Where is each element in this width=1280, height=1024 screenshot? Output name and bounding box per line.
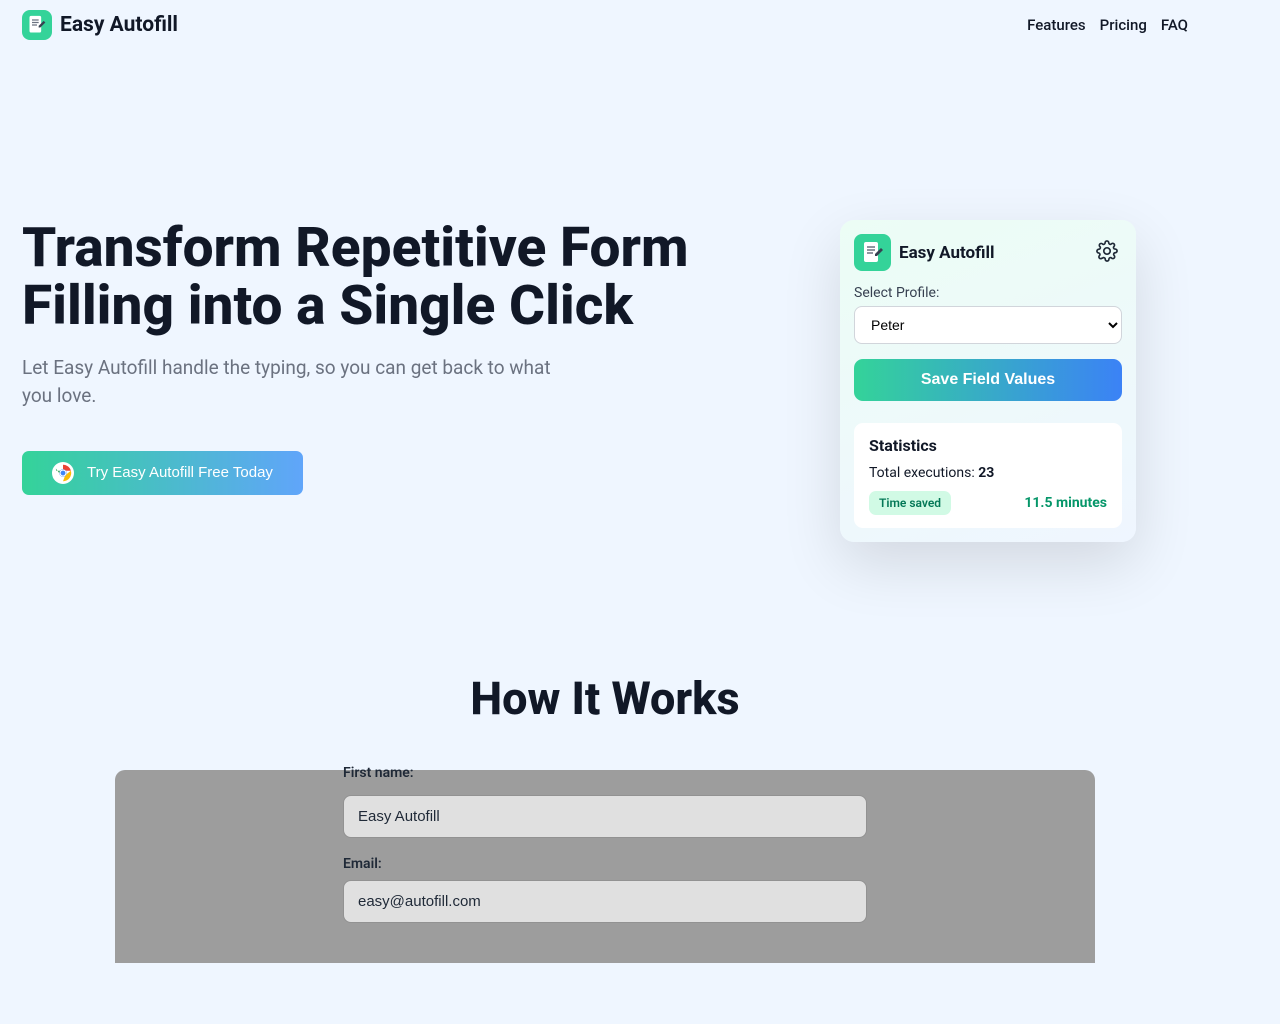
- logo-icon: [22, 10, 52, 40]
- card-head: Easy Autofill: [854, 234, 1122, 271]
- demo-form: First name: Email:: [343, 771, 867, 923]
- profile-select[interactable]: Peter: [854, 306, 1122, 344]
- hiw-title: How It Works: [22, 672, 1188, 725]
- brand-name: Easy Autofill: [60, 13, 178, 37]
- exec-value: 23: [978, 465, 994, 481]
- chrome-icon: [52, 462, 74, 484]
- card-brand: Easy Autofill: [899, 243, 995, 263]
- nav-pricing[interactable]: Pricing: [1100, 16, 1147, 34]
- save-button[interactable]: Save Field Values: [854, 359, 1122, 401]
- exec-label: Total executions:: [869, 465, 978, 481]
- stats-box: Statistics Total executions: 23 Time sav…: [854, 423, 1122, 528]
- select-profile-label: Select Profile:: [854, 285, 1122, 301]
- first-name-label: First name:: [343, 765, 867, 781]
- gear-icon: [1096, 240, 1118, 262]
- time-saved-value: 11.5 minutes: [1024, 495, 1107, 511]
- nav-faq[interactable]: FAQ: [1161, 16, 1188, 34]
- cta-button[interactable]: Try Easy Autofill Free Today: [22, 451, 303, 495]
- card-logo-group: Easy Autofill: [854, 234, 995, 271]
- stats-title: Statistics: [869, 436, 1107, 455]
- nav: Features Pricing FAQ: [1027, 16, 1188, 34]
- email-label: Email:: [343, 856, 867, 872]
- stats-time-row: Time saved 11.5 minutes: [869, 491, 1107, 515]
- logo-group: Easy Autofill: [22, 10, 178, 40]
- how-it-works: How It Works First name: Email:: [0, 602, 1210, 963]
- time-saved-pill: Time saved: [869, 491, 951, 515]
- hero-subtitle: Let Easy Autofill handle the typing, so …: [22, 354, 582, 411]
- nav-features[interactable]: Features: [1027, 16, 1085, 34]
- hero: Transform Repetitive Form Filling into a…: [0, 50, 1210, 602]
- hero-left: Transform Repetitive Form Filling into a…: [22, 220, 748, 542]
- demo-box: First name: Email:: [115, 770, 1095, 963]
- hero-right: Easy Autofill Select Profile: Peter Save…: [788, 220, 1188, 542]
- stats-executions: Total executions: 23: [869, 465, 1107, 481]
- settings-button[interactable]: [1092, 236, 1122, 269]
- cta-label: Try Easy Autofill Free Today: [87, 464, 273, 481]
- extension-card: Easy Autofill Select Profile: Peter Save…: [840, 220, 1136, 542]
- first-name-input[interactable]: [343, 795, 867, 838]
- header: Easy Autofill Features Pricing FAQ: [0, 0, 1210, 50]
- card-logo-icon: [854, 234, 891, 271]
- email-input[interactable]: [343, 880, 867, 923]
- hero-title: Transform Repetitive Form Filling into a…: [22, 220, 748, 336]
